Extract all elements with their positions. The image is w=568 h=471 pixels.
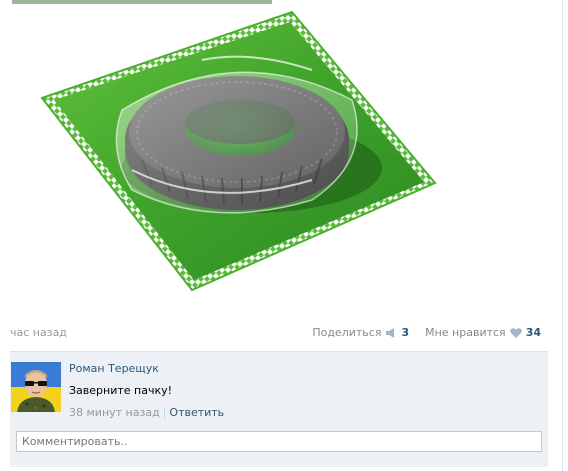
comment-item: Роман Терещук Заверните пачку! 38 минут … — [10, 362, 548, 419]
comment-text: Заверните пачку! — [69, 384, 173, 397]
like-count: 34 — [525, 326, 541, 339]
like-label: Мне нравится — [425, 326, 506, 339]
comments-section: Роман Терещук Заверните пачку! 38 минут … — [10, 351, 548, 467]
reply-link[interactable]: Ответить — [169, 406, 224, 419]
post-photo[interactable] — [12, 0, 542, 315]
comment-input[interactable] — [16, 431, 542, 452]
comment-meta: 38 минут назад | Ответить — [69, 406, 224, 419]
avatar-image — [11, 362, 61, 412]
comment-time[interactable]: 38 минут назад — [69, 406, 160, 419]
share-count: 3 — [401, 326, 410, 339]
post-time[interactable]: час назад — [10, 326, 67, 339]
comment-body: Роман Терещук Заверните пачку! 38 минут … — [69, 362, 224, 419]
heart-icon — [509, 327, 522, 338]
share-label: Поделиться — [312, 326, 382, 339]
comment-author[interactable]: Роман Терещук — [69, 362, 224, 375]
like-button[interactable]: Мне нравится 34 — [425, 326, 541, 339]
megaphone-icon — [386, 327, 395, 338]
page-edge-divider — [562, 0, 563, 471]
avatar[interactable] — [11, 362, 61, 412]
post-actions: Поделиться 3 Мне нравится 34 — [312, 326, 541, 339]
meta-separator: | — [162, 406, 167, 419]
tire-packet-picture — [12, 0, 437, 292]
post-footer: час назад Поделиться 3 Мне нравится 34 — [10, 322, 545, 344]
share-button[interactable]: Поделиться 3 — [312, 326, 409, 339]
